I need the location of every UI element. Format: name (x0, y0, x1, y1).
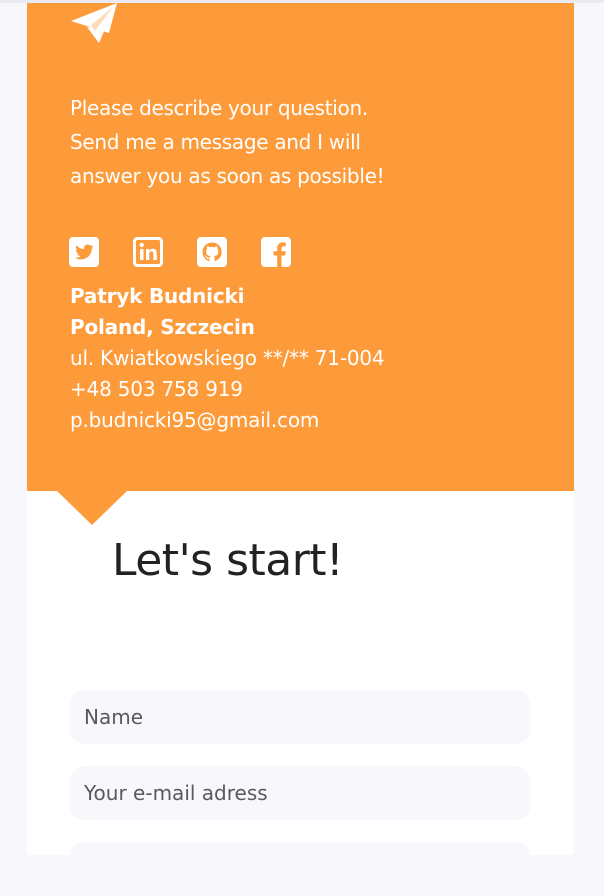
intro-line: answer you as soon as possible! (70, 164, 385, 188)
form-heading: Let's start! (112, 535, 344, 586)
twitter-icon (69, 237, 99, 267)
contact-name: Patryk Budnicki (70, 284, 245, 308)
email-input[interactable] (70, 766, 530, 820)
github-link[interactable] (197, 237, 227, 267)
contact-info-panel: Please describe your question. Send me a… (27, 3, 574, 491)
github-icon (197, 237, 227, 267)
intro-text: Please describe your question. Send me a… (70, 91, 430, 193)
intro-line: Please describe your question. (70, 96, 368, 120)
contact-email: p.budnicki95@gmail.com (70, 408, 320, 432)
name-input[interactable] (70, 690, 530, 744)
contact-address: ul. Kwiatkowskiego **/** 71-004 (70, 346, 385, 370)
form-field[interactable] (70, 842, 530, 896)
facebook-icon (261, 237, 291, 267)
contact-card: Please describe your question. Send me a… (27, 3, 574, 896)
intro-line: Send me a message and I will (70, 130, 361, 154)
facebook-link[interactable] (261, 237, 291, 267)
contact-phone: +48 503 758 919 (70, 377, 243, 401)
twitter-link[interactable] (69, 237, 99, 267)
linkedin-link[interactable] (133, 237, 163, 267)
panel-pointer (57, 491, 127, 525)
linkedin-icon (133, 237, 163, 267)
contact-location: Poland, Szczecin (70, 315, 255, 339)
paper-plane-icon (71, 3, 117, 43)
contact-details: Patryk Budnicki Poland, Szczecin ul. Kwi… (70, 281, 385, 436)
